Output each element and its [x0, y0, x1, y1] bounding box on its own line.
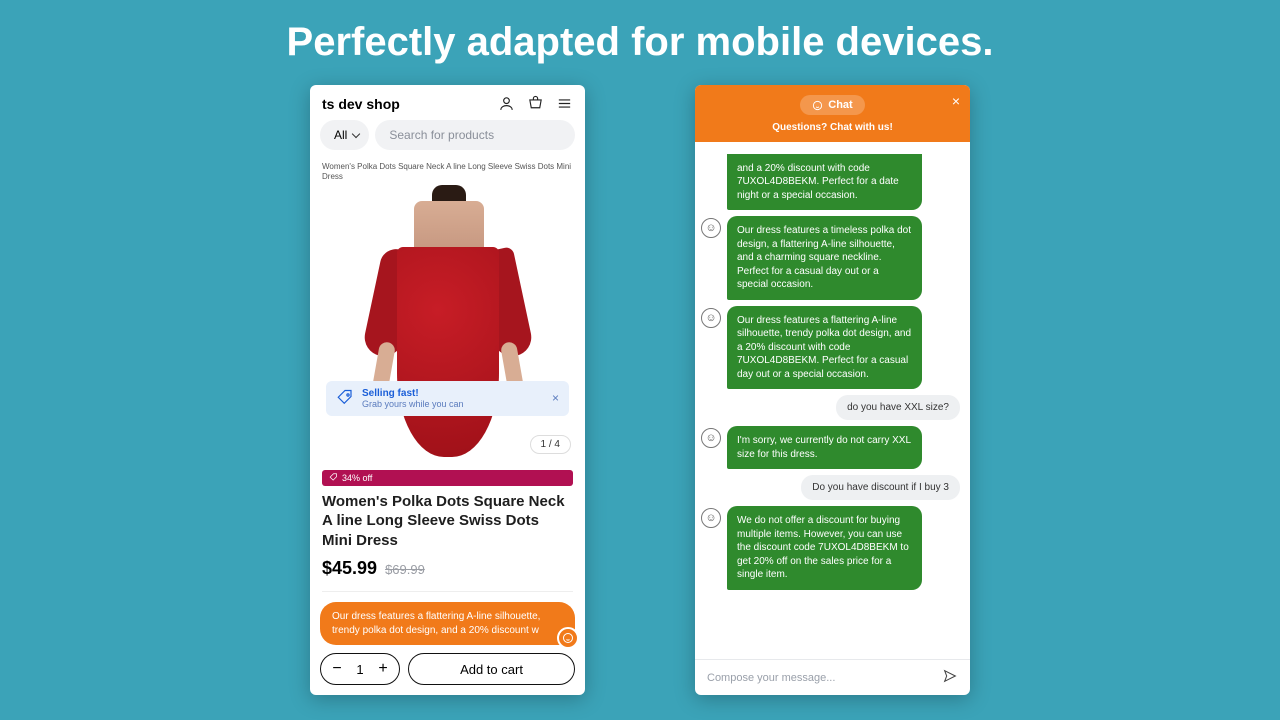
search-input[interactable]: Search for products	[375, 120, 575, 150]
bot-avatar-icon: ☺	[701, 508, 721, 528]
cart-icon[interactable]	[527, 95, 544, 112]
product-title: Women's Polka Dots Square Neck A line Lo…	[310, 490, 585, 553]
close-icon[interactable]: ×	[552, 391, 559, 405]
tag-icon	[336, 389, 354, 407]
qty-value: 1	[349, 662, 371, 677]
chat-header: Chat Questions? Chat with us! ×	[695, 85, 970, 142]
headline: Perfectly adapted for mobile devices.	[0, 0, 1280, 65]
image-counter: 1 / 4	[530, 435, 571, 454]
chevron-down-icon	[352, 129, 360, 137]
bot-avatar-icon: ☺	[701, 428, 721, 448]
chat-launcher-icon[interactable]	[557, 627, 579, 649]
chat-messages[interactable]: and a 20% discount with code 7UXOL4D8BEK…	[695, 142, 970, 660]
price-original: $69.99	[385, 562, 425, 577]
bot-message: I'm sorry, we currently do not carry XXL…	[727, 426, 922, 469]
chat-phone: Chat Questions? Chat with us! × and a 20…	[695, 85, 970, 695]
chat-subheader: Questions? Chat with us!	[705, 122, 960, 133]
shop-name: ts dev shop	[322, 96, 400, 112]
qty-minus-button[interactable]: −	[325, 657, 349, 681]
discount-badge: 34% off	[322, 470, 573, 486]
compose-input[interactable]: Compose your message...	[707, 672, 835, 684]
filter-label: All	[334, 128, 347, 142]
close-icon[interactable]: ×	[952, 93, 960, 109]
compose-row: Compose your message...	[695, 659, 970, 695]
account-icon[interactable]	[498, 95, 515, 112]
price-current: $45.99	[322, 558, 377, 579]
user-message: do you have XXL size?	[836, 395, 960, 420]
bot-avatar-icon: ☺	[701, 308, 721, 328]
category-filter[interactable]: All	[320, 120, 369, 150]
bot-message: and a 20% discount with code 7UXOL4D8BEK…	[727, 154, 922, 211]
add-to-cart-button[interactable]: Add to cart	[408, 653, 575, 685]
banner-sub: Grab yours while you can	[362, 399, 464, 409]
banner-title: Selling fast!	[362, 388, 464, 399]
bot-avatar-icon: ☺	[701, 218, 721, 238]
qty-plus-button[interactable]: +	[371, 657, 395, 681]
product-image[interactable]: Selling fast! Grab yours while you can ×…	[318, 187, 577, 460]
user-message: Do you have discount if I buy 3	[801, 475, 960, 500]
product-phone: ts dev shop All Search for products Wome…	[310, 85, 585, 695]
bot-message: Our dress features a flattering A-line s…	[727, 306, 922, 390]
tag-icon	[329, 473, 338, 482]
breadcrumb: Women's Polka Dots Square Neck A line Lo…	[310, 156, 585, 187]
chat-icon	[812, 100, 823, 111]
quantity-stepper[interactable]: − 1 +	[320, 653, 400, 685]
urgency-banner: Selling fast! Grab yours while you can ×	[326, 381, 569, 416]
bot-message: Our dress features a timeless polka dot …	[727, 216, 922, 300]
chat-chip[interactable]: Chat	[800, 95, 864, 115]
send-icon[interactable]	[942, 668, 958, 687]
bot-message: We do not offer a discount for buying mu…	[727, 506, 922, 590]
menu-icon[interactable]	[556, 95, 573, 112]
chat-teaser-bubble[interactable]: Our dress features a flattering A-line s…	[320, 602, 575, 645]
